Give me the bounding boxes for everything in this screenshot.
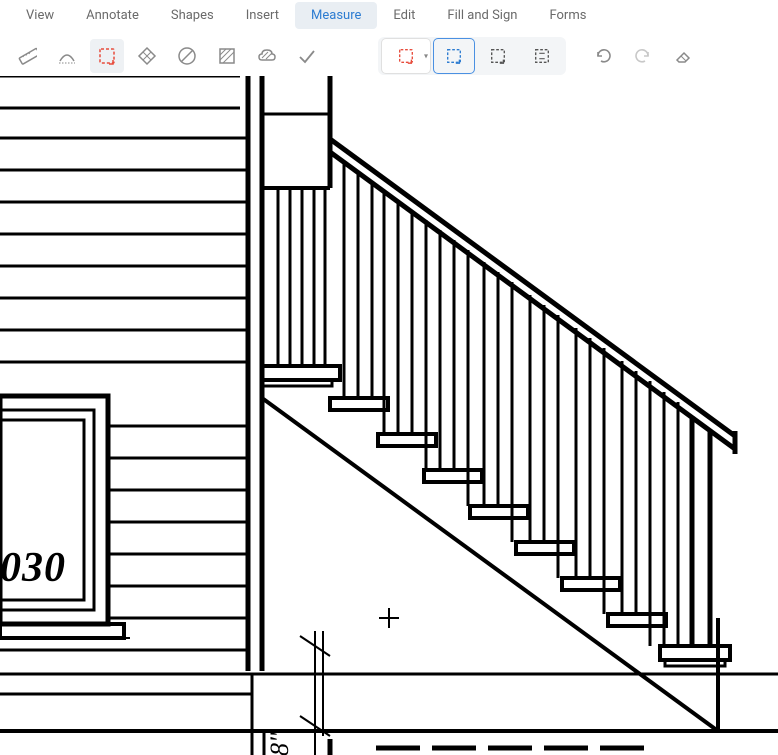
selection-area-red-icon <box>397 47 415 65</box>
menu-measure[interactable]: Measure <box>295 2 377 29</box>
diamond-hatch-icon <box>137 46 157 66</box>
eraser-button[interactable] <box>666 39 700 73</box>
cloud-hatch-icon <box>257 46 277 66</box>
menu-fill-and-sign[interactable]: Fill and Sign <box>431 2 533 29</box>
selection-plain-icon <box>489 47 507 65</box>
selection-rect-blue[interactable] <box>434 39 474 73</box>
selection-area-dropdown[interactable]: ▾ <box>382 39 430 73</box>
hatch-diamond-tool[interactable] <box>130 39 164 73</box>
menu-bar: View Annotate Shapes Insert Measure Edit… <box>0 0 778 31</box>
drawing-number-label: 030 <box>0 544 66 592</box>
dimension-label: 8" <box>265 732 295 755</box>
hatch-cloud-tool[interactable] <box>250 39 284 73</box>
menu-view[interactable]: View <box>10 2 70 29</box>
history-group <box>586 39 700 73</box>
redo-button[interactable] <box>626 39 660 73</box>
menu-forms[interactable]: Forms <box>533 2 602 29</box>
selection-rect-plain[interactable] <box>478 39 518 73</box>
chevron-down-icon: ▾ <box>424 52 428 61</box>
menu-edit[interactable]: Edit <box>377 2 431 29</box>
square-hatch-icon <box>217 46 237 66</box>
drawing-canvas[interactable]: 030 8" <box>0 76 778 755</box>
undo-button[interactable] <box>586 39 620 73</box>
arc-tool[interactable] <box>50 39 84 73</box>
hatch-square-tool[interactable] <box>210 39 244 73</box>
area-dashed-icon <box>97 46 117 66</box>
eraser-icon <box>673 46 693 66</box>
architectural-drawing <box>0 76 778 755</box>
ruler-icon <box>17 46 37 66</box>
area-tool[interactable] <box>90 39 124 73</box>
checkmark-tool[interactable] <box>290 39 324 73</box>
selection-rect-narrow[interactable] <box>522 39 562 73</box>
redo-icon <box>633 46 653 66</box>
ruler-tool[interactable] <box>10 39 44 73</box>
menu-insert[interactable]: Insert <box>230 2 295 29</box>
checkmark-icon <box>297 46 317 66</box>
hatch-circle-tool[interactable] <box>170 39 204 73</box>
menu-annotate[interactable]: Annotate <box>70 2 155 29</box>
menu-shapes[interactable]: Shapes <box>155 2 230 29</box>
circle-slash-icon <box>177 46 197 66</box>
selection-blue-icon <box>445 47 463 65</box>
selection-mode-group: ▾ <box>378 37 566 75</box>
undo-icon <box>593 46 613 66</box>
selection-narrow-icon <box>533 47 551 65</box>
arc-icon <box>57 46 77 66</box>
toolbar: ▾ <box>0 31 778 81</box>
